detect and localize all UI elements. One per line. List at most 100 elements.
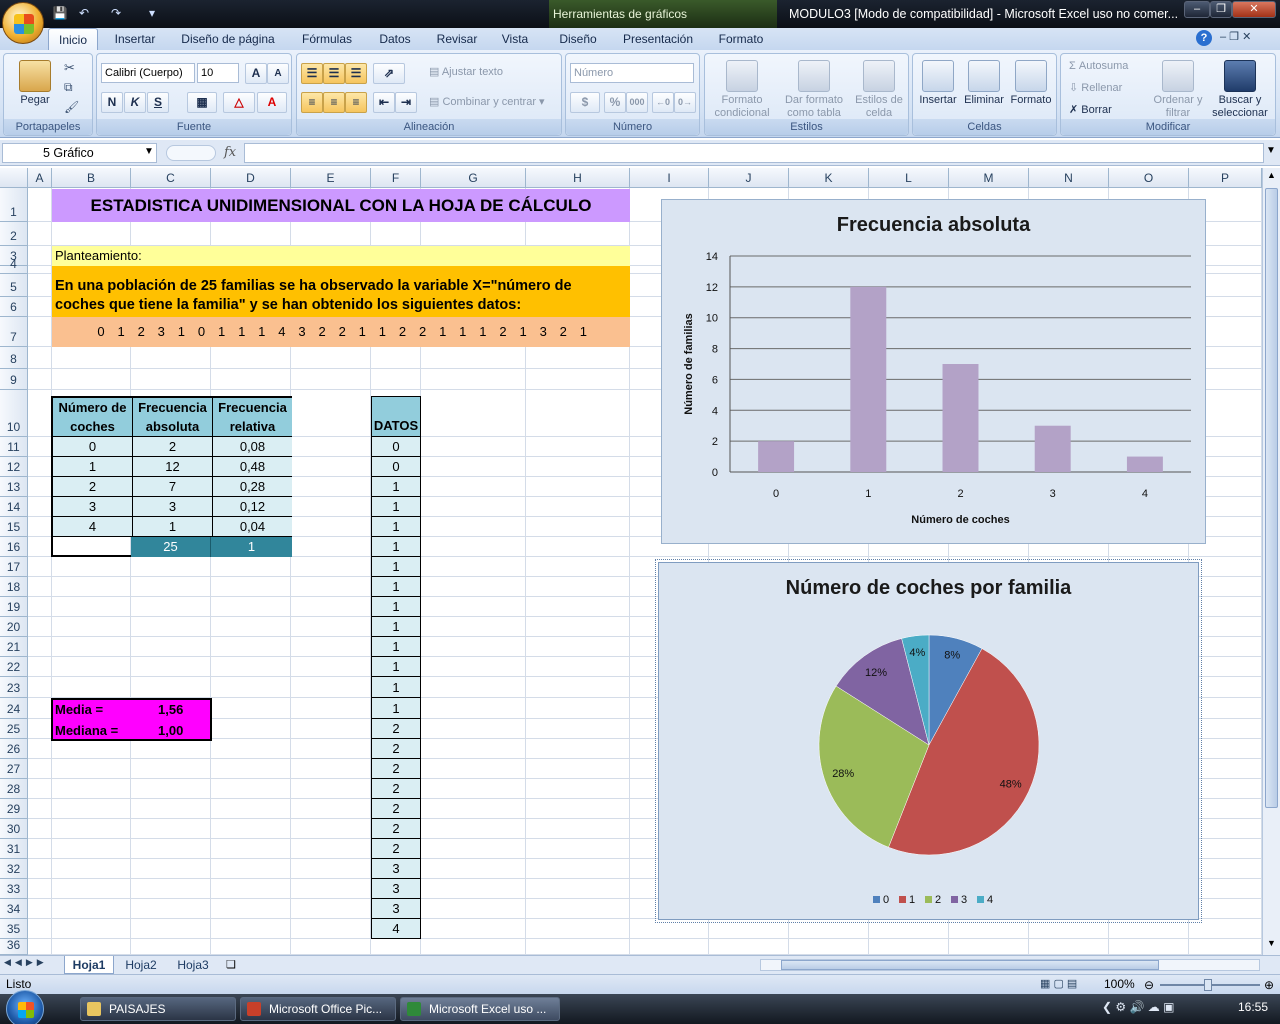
merge-center-button[interactable]: ▤ Combinar y centrar ▾ [429, 96, 559, 109]
row-header[interactable]: 2 [0, 222, 28, 246]
sheet-tab-hoja2[interactable]: Hoja2 [118, 956, 164, 974]
column-header[interactable]: D [211, 168, 291, 188]
expand-formula-bar-icon[interactable]: ▼ [1266, 145, 1276, 156]
select-all-corner[interactable] [0, 168, 28, 188]
datos-cell[interactable]: 1 [371, 517, 421, 537]
total-absolute[interactable]: 25 [131, 537, 211, 557]
datos-cell[interactable]: 1 [371, 537, 421, 557]
row-header[interactable]: 24 [0, 698, 28, 719]
row-header[interactable]: 8 [0, 347, 28, 369]
table-cell[interactable]: 3 [53, 497, 133, 517]
copy-icon[interactable]: ⧉ [64, 80, 80, 96]
tab-inicio[interactable]: Inicio [48, 28, 98, 50]
column-header[interactable]: J [709, 168, 789, 188]
taskbar-item-excel[interactable]: Microsoft Excel uso ... [400, 997, 560, 1021]
column-header[interactable]: C [131, 168, 211, 188]
format-as-table-button[interactable]: Dar formato como tabla [779, 60, 849, 120]
raw-data-row[interactable]: 0123101114322112211121321 [52, 317, 630, 347]
tab-diseno-pagina[interactable]: Diseño de página [172, 28, 284, 50]
autosum-button[interactable]: Σ Autosuma [1069, 60, 1159, 73]
worksheet-grid[interactable]: ABCDEFGHIJKLMNOP 12345678910111213141516… [0, 168, 1262, 955]
decrease-indent-button[interactable]: ⇤ [373, 92, 395, 113]
fill-button[interactable]: ⇩ Rellenar [1069, 82, 1159, 95]
taskbar-item-office-picture[interactable]: Microsoft Office Pic... [240, 997, 396, 1021]
row-header[interactable]: 4 [0, 257, 28, 274]
row-header[interactable]: 20 [0, 617, 28, 637]
taskbar-item-paisajes[interactable]: PAISAJES [80, 997, 236, 1021]
row-header[interactable]: 16 [0, 537, 28, 557]
row-header[interactable]: 14 [0, 497, 28, 517]
currency-button[interactable]: $ [570, 92, 600, 113]
sheet-tab-hoja1[interactable]: Hoja1 [64, 956, 114, 974]
minimize-button[interactable]: – [1184, 1, 1210, 18]
undo-icon[interactable]: ↶ [74, 4, 94, 22]
table-cell[interactable]: 7 [133, 477, 213, 497]
restore-button[interactable]: ❐ [1210, 1, 1232, 18]
datos-cell[interactable]: 1 [371, 597, 421, 617]
row-header[interactable]: 21 [0, 637, 28, 657]
horizontal-scroll-thumb[interactable] [781, 960, 1159, 970]
sheet-nav-icon[interactable]: ◀◀▶▶ [4, 957, 60, 968]
sort-filter-button[interactable]: Ordenar y filtrar [1151, 60, 1205, 120]
font-color-button[interactable]: A [257, 92, 287, 113]
row-header[interactable]: 29 [0, 799, 28, 819]
table-cell[interactable]: 0 [53, 437, 133, 457]
datos-cell[interactable]: 3 [371, 879, 421, 899]
align-bottom-button[interactable]: ☰ [345, 63, 367, 84]
row-header[interactable]: 32 [0, 859, 28, 879]
cell-styles-button[interactable]: Estilos de celda [851, 60, 907, 120]
sheet-tab-hoja3[interactable]: Hoja3 [170, 956, 216, 974]
row-header[interactable]: 35 [0, 919, 28, 939]
table-cell[interactable]: 1 [133, 517, 213, 537]
view-buttons[interactable]: ▦ ▢ ▤ [1040, 977, 1098, 990]
datos-cell[interactable]: 2 [371, 799, 421, 819]
bar[interactable] [758, 441, 795, 472]
office-button[interactable] [2, 2, 44, 44]
bar[interactable] [1034, 425, 1071, 472]
zoom-out-icon[interactable]: ⊖ [1144, 978, 1154, 992]
table-cell[interactable]: 0,28 [213, 477, 292, 497]
increase-indent-button[interactable]: ⇥ [395, 92, 417, 113]
zoom-level[interactable]: 100% [1104, 977, 1135, 991]
zoom-slider-thumb[interactable] [1204, 979, 1212, 991]
datos-cell[interactable]: 3 [371, 899, 421, 919]
insert-cells-button[interactable]: Insertar [915, 60, 961, 107]
pie-chart[interactable]: Número de coches por familia 8% 48% 28% 12%… [655, 559, 1202, 923]
datos-cell[interactable]: 1 [371, 617, 421, 637]
stats-box[interactable]: Media = 1,56 Mediana = 1,00 [51, 698, 212, 741]
zoom-in-icon[interactable]: ⊕ [1264, 978, 1274, 992]
cut-icon[interactable]: ✂ [64, 60, 80, 76]
system-tray-icons[interactable]: ❮ ⚙ 🔊 ☁ ▣ [1102, 1000, 1222, 1018]
insert-sheet-icon[interactable]: ❏ [226, 958, 246, 972]
fill-color-button[interactable]: △ [223, 92, 255, 113]
datos-cell[interactable]: 2 [371, 839, 421, 859]
table-cell[interactable]: 1 [53, 457, 133, 477]
tab-formato[interactable]: Formato [710, 28, 772, 50]
column-header[interactable]: H [526, 168, 630, 188]
row-header[interactable]: 7 [0, 317, 28, 347]
shrink-font-button[interactable]: A [267, 63, 289, 84]
row-header[interactable]: 11 [0, 437, 28, 457]
datos-cell[interactable]: 1 [371, 577, 421, 597]
statement-box[interactable]: En una población de 25 familias se ha ob… [52, 266, 630, 317]
table-cell[interactable]: 12 [133, 457, 213, 477]
row-header[interactable]: 5 [0, 274, 28, 297]
tab-presentacion[interactable]: Presentación [614, 28, 702, 50]
row-header[interactable]: 25 [0, 719, 28, 739]
table-cell[interactable]: 4 [53, 517, 133, 537]
datos-header[interactable]: DATOS [371, 396, 421, 437]
row-header[interactable]: 31 [0, 839, 28, 859]
table-cell[interactable]: 2 [133, 437, 213, 457]
formula-input[interactable] [244, 143, 1264, 163]
column-header[interactable]: L [869, 168, 949, 188]
datos-cell[interactable]: 2 [371, 779, 421, 799]
start-button[interactable] [6, 990, 44, 1024]
tab-vista[interactable]: Vista [494, 28, 536, 50]
orientation-button[interactable]: ⇗ [373, 63, 405, 84]
font-size-select[interactable]: 10 [197, 63, 239, 83]
bar[interactable] [942, 364, 979, 472]
row-header[interactable]: 6 [0, 297, 28, 317]
datos-cell[interactable]: 1 [371, 637, 421, 657]
underline-button[interactable]: S [147, 92, 169, 113]
save-icon[interactable]: 💾 [50, 4, 70, 22]
